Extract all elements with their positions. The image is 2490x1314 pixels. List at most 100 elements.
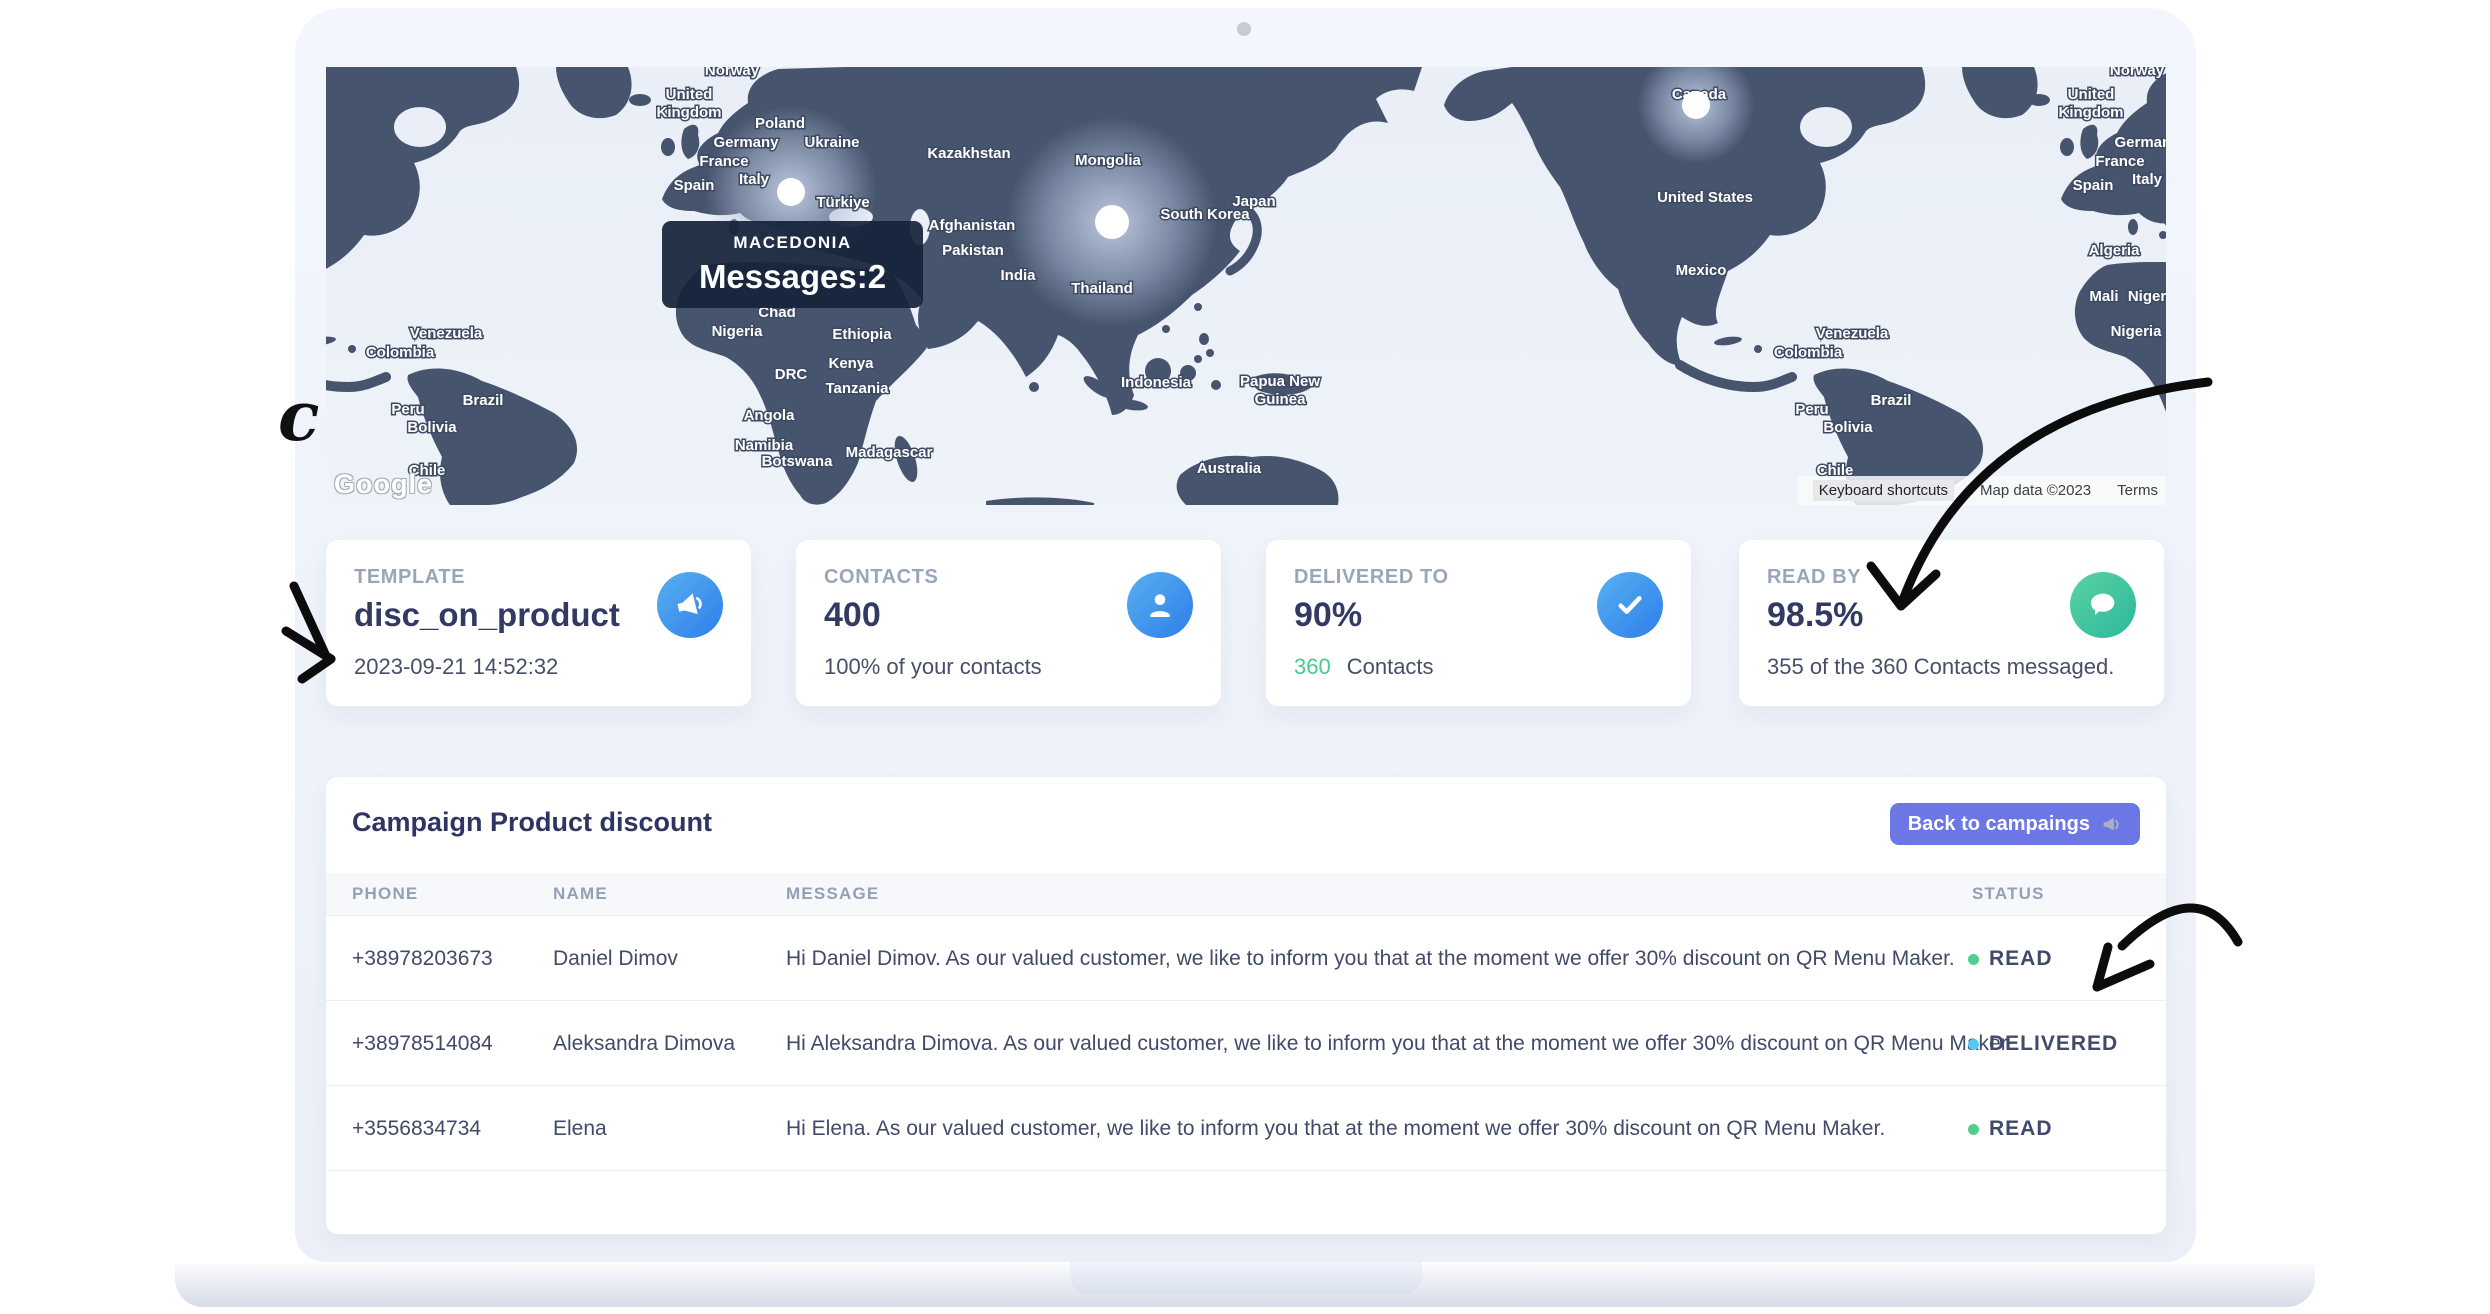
map-country-label: Türkiye	[816, 194, 869, 211]
user-icon	[1127, 572, 1193, 638]
stat-card-contacts: CONTACTS 400 100% of your contacts	[796, 540, 1221, 706]
laptop-camera-dot	[1237, 22, 1251, 36]
map-country-label: Kazakhstan	[927, 145, 1010, 162]
map-country-label: Madagascar	[846, 444, 933, 461]
status-dot-icon	[1968, 1124, 1979, 1135]
laptop-base-notch	[1070, 1262, 1422, 1295]
map-tooltip: MACEDONIA Messages:2	[662, 221, 923, 308]
map-data-label: Map data ©2023	[1980, 482, 2091, 499]
map-country-label: Spain	[2073, 177, 2114, 194]
map-country-label: Algeria	[2089, 242, 2141, 259]
table-row[interactable]: +38978514084 Aleksandra Dimova Hi Aleksand…	[326, 1001, 2166, 1086]
tooltip-messages: Messages:2	[699, 258, 886, 296]
column-header-name: NAME	[553, 884, 608, 904]
terms-link[interactable]: Terms	[2117, 482, 2158, 499]
keyboard-shortcuts-button[interactable]: Keyboard shortcuts	[1813, 480, 1954, 501]
stat-subtext: 100% of your contacts	[824, 654, 1042, 680]
map-country-label: Brazil	[463, 392, 504, 409]
table-rows: +38978203673Daniel DimovHi Daniel Dimov.…	[326, 916, 2166, 1171]
status-dot-icon	[1968, 1039, 1979, 1050]
map-country-label: Botswana	[762, 453, 834, 470]
map-country-label: Ethiopia	[832, 326, 892, 343]
stat-subtext: 360Contacts	[1294, 654, 1434, 680]
status-dot-icon	[1968, 954, 1979, 965]
cell-message: Hi Daniel Dimov. As our valued customer,…	[786, 947, 1955, 971]
map-country-label: United States	[1657, 189, 1753, 206]
table-header-row: PHONE NAME MESSAGE STATUS	[326, 873, 2166, 916]
megaphone-icon	[2100, 813, 2122, 835]
table-row[interactable]: +38978203673Daniel DimovHi Daniel Dimov.…	[326, 916, 2166, 1001]
stat-label: CONTACTS	[824, 566, 938, 589]
map-country-label: Nigeria	[712, 323, 764, 340]
map-country-label: Norway	[705, 67, 760, 79]
cell-message: Hi Aleksandra Dimova. As our valued cust…	[786, 1032, 2012, 1056]
back-to-campaigns-button[interactable]: Back to campaings	[1890, 803, 2140, 845]
status-badge: READ	[1968, 947, 2053, 971]
campaign-panel: Campaign Product discount Back to campai…	[326, 777, 2166, 1234]
check-icon	[1597, 572, 1663, 638]
map-country-label: Ukraine	[804, 134, 859, 151]
world-map-canvas: Norway UnitedKingdom Poland Germany Ukraine F…	[326, 67, 2166, 505]
stat-card-delivered: DELIVERED TO 90% 360Contacts	[1266, 540, 1691, 706]
map-attribution: Keyboard shortcuts Map data ©2023 Terms	[1797, 476, 2166, 505]
map-country-label: Colombia	[366, 344, 435, 361]
map-country-label: Australia	[1197, 460, 1262, 477]
map-country-label: Mali	[2089, 288, 2118, 305]
column-header-phone: PHONE	[352, 884, 418, 904]
map-country-label: Tanzania	[825, 380, 889, 397]
map-country-label: France	[2095, 153, 2144, 170]
cell-name: Aleksandra Dimova	[553, 1032, 735, 1056]
table-row[interactable]: +3556834734ElenaHi Elena. As our valued …	[326, 1086, 2166, 1171]
stat-subtext: 355 of the 360 Contacts messaged.	[1767, 654, 2114, 680]
cell-name: Daniel Dimov	[553, 947, 678, 971]
world-map[interactable]: Norway UnitedKingdom Poland Germany Ukraine F…	[326, 67, 2166, 505]
cell-name: Elena	[553, 1117, 607, 1141]
chat-bubble-icon	[2070, 572, 2136, 638]
map-country-label: DRC	[775, 366, 808, 383]
map-country-label: Pakistan	[942, 242, 1004, 259]
stat-card-template: TEMPLATE disc_on_product 2023-09-21 14:5…	[326, 540, 751, 706]
map-country-label: Bolivia	[1823, 419, 1873, 436]
map-country-label: Germany	[713, 134, 779, 151]
stat-label: READ BY	[1767, 566, 1861, 589]
map-country-label: India	[1000, 267, 1036, 284]
map-country-label: Spain	[674, 177, 715, 194]
stat-card-read: READ BY 98.5% 355 of the 360 Contacts me…	[1739, 540, 2164, 706]
status-badge: READ	[1968, 1117, 2053, 1141]
map-country-label: Peru	[391, 401, 424, 418]
map-country-label: Brazil	[1871, 392, 1912, 409]
tooltip-country: MACEDONIA	[733, 233, 851, 253]
map-country-label: Kenya	[828, 355, 874, 372]
back-button-label: Back to campaings	[1908, 813, 2090, 836]
megaphone-icon	[657, 572, 723, 638]
map-country-label: Poland	[755, 115, 805, 132]
map-country-label: Mexico	[1676, 262, 1727, 279]
column-header-message: MESSAGE	[786, 884, 879, 904]
google-maps-logo[interactable]: Google	[334, 469, 433, 500]
stat-value: 98.5%	[1767, 596, 1863, 635]
status-badge: DELIVERED	[1968, 1032, 2118, 1056]
cell-phone: +3556834734	[352, 1117, 481, 1141]
map-country-label: Bolivia	[407, 419, 457, 436]
stat-subtext: 2023-09-21 14:52:32	[354, 654, 558, 680]
map-country-label: Italy	[2132, 171, 2163, 188]
map-country-label: Japan	[1232, 193, 1275, 210]
map-country-label: Namibia	[735, 437, 794, 454]
map-country-label: Indonesia	[1121, 374, 1192, 391]
map-country-label: Germany	[2114, 134, 2166, 151]
stat-label: DELIVERED TO	[1294, 566, 1449, 589]
map-country-label: Venezuela	[1816, 325, 1889, 342]
delivered-count: 360	[1294, 654, 1331, 679]
laptop-mockup-page: Norway UnitedKingdom Poland Germany Ukraine F…	[0, 0, 2490, 1314]
map-country-label: Mongolia	[1075, 152, 1141, 169]
map-country-label: UnitedKingdom	[657, 86, 722, 121]
cell-phone: +38978514084	[352, 1032, 493, 1056]
stat-label: TEMPLATE	[354, 566, 465, 589]
map-country-label: Peru	[1795, 401, 1828, 418]
column-header-status: STATUS	[1972, 884, 2045, 904]
map-country-label: Norway	[2110, 67, 2165, 79]
map-country-label: Venezuela	[410, 325, 483, 342]
stat-value: disc_on_product	[354, 596, 620, 634]
map-country-label: France	[699, 153, 748, 170]
map-country-label: Angola	[744, 407, 795, 424]
